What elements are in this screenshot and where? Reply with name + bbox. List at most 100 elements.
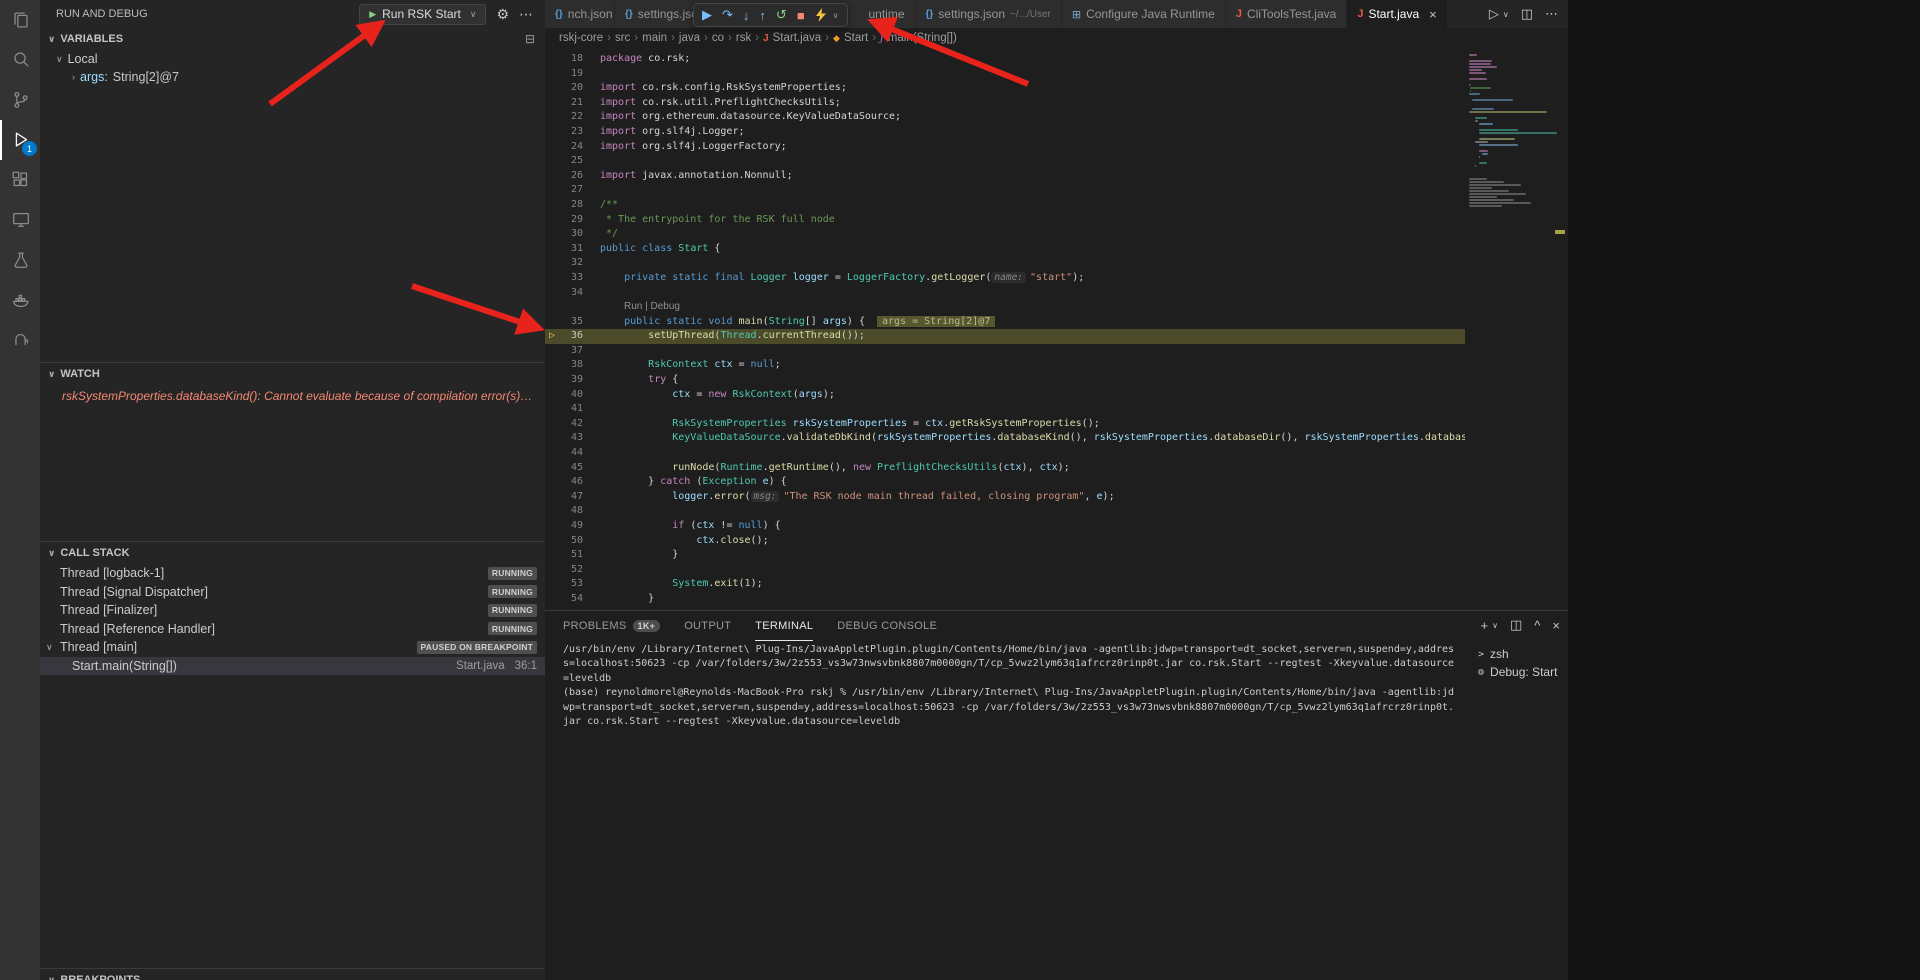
code-line-37[interactable]: 37 — [545, 344, 1465, 359]
breadcrumb-item[interactable]: ◆Start — [833, 32, 868, 44]
terminal-list-item[interactable]: >zsh — [1468, 645, 1568, 663]
split-terminal-icon[interactable]: ◫ — [1510, 617, 1522, 633]
code-line-48[interactable]: 48 — [545, 504, 1465, 519]
code-editor[interactable]: 18package co.rsk;1920import co.rsk.confi… — [545, 48, 1568, 610]
panel-tab-output[interactable]: OUTPUT — [684, 611, 731, 641]
code-line-29[interactable]: 29 * The entrypoint for the RSK full nod… — [545, 213, 1465, 228]
tab-start-java[interactable]: JStart.java× — [1347, 0, 1447, 28]
call-stack-frame[interactable]: Start.main(String[])Start.java36:1 — [40, 657, 545, 676]
code-line-36[interactable]: ▷36 setUpThread(Thread.currentThread()); — [545, 329, 1465, 344]
activity-bar-docker[interactable] — [0, 280, 40, 320]
breadcrumb-item[interactable]: src — [615, 32, 630, 44]
call-stack-section-header[interactable]: ∨ CALL STACK — [40, 542, 545, 564]
watch-expression[interactable]: rskSystemProperties.databaseKind(): Cann… — [62, 389, 535, 403]
activity-bar-testing[interactable] — [0, 240, 40, 280]
run-file-button[interactable]: ▷ — [1489, 6, 1499, 22]
activity-bar-explorer[interactable] — [0, 0, 40, 40]
chevron-down-icon[interactable]: ∨ — [1503, 10, 1509, 19]
code-line-31[interactable]: 31public class Start { — [545, 242, 1465, 257]
code-line-35[interactable]: 35 public static void main(String[] args… — [545, 315, 1465, 330]
tab-settings-json[interactable]: {}settings.json~/.../User — [916, 0, 1062, 28]
call-stack-thread[interactable]: ∨Thread [main]PAUSED ON BREAKPOINT — [40, 638, 545, 657]
code-line-21[interactable]: 21import co.rsk.util.PreflightChecksUtil… — [545, 96, 1465, 111]
breadcrumb-item[interactable]: JStart.java — [763, 32, 821, 44]
call-stack-thread[interactable]: Thread [logback-1]RUNNING — [40, 564, 545, 583]
maximize-panel-icon[interactable]: ^ — [1534, 618, 1540, 633]
code-line-47[interactable]: 47 logger.error(msg:"The RSK node main t… — [545, 490, 1465, 505]
step-over-button[interactable]: ↷ — [722, 7, 733, 23]
code-line-18[interactable]: 18package co.rsk; — [545, 52, 1465, 67]
call-stack-thread[interactable]: Thread [Reference Handler]RUNNING — [40, 620, 545, 639]
code-line-43[interactable]: 43 KeyValueDataSource.validateDbKind(rsk… — [545, 431, 1465, 446]
code-line-30[interactable]: 30 */ — [545, 227, 1465, 242]
code-line-45[interactable]: 45 runNode(Runtime.getRuntime(), new Pre… — [545, 461, 1465, 476]
activity-bar-extensions[interactable] — [0, 160, 40, 200]
continue-button[interactable]: ▶ — [702, 7, 712, 23]
code-line-20[interactable]: 20import co.rsk.config.RskSystemProperti… — [545, 81, 1465, 96]
code-line-28[interactable]: 28/** — [545, 198, 1465, 213]
panel-tab-problems[interactable]: PROBLEMS1K+ — [563, 611, 660, 641]
call-stack-thread[interactable]: Thread [Finalizer]RUNNING — [40, 601, 545, 620]
code-line-34[interactable]: 34 — [545, 286, 1465, 301]
breadcrumb-item[interactable]: rskj-core — [559, 32, 603, 44]
panel-tab-debug-console[interactable]: DEBUG CONSOLE — [837, 611, 937, 641]
hot-code-replace-button[interactable] — [815, 8, 827, 22]
breadcrumb-item[interactable]: java — [679, 32, 700, 44]
terminal-output[interactable]: /usr/bin/env /Library/Internet\ Plug-Ins… — [563, 643, 1460, 729]
code-line-44[interactable]: 44 — [545, 446, 1465, 461]
code-line-23[interactable]: 23import org.slf4j.Logger; — [545, 125, 1465, 140]
code-line-27[interactable]: 27 — [545, 183, 1465, 198]
stop-button[interactable]: ■ — [797, 8, 805, 23]
more-actions-icon[interactable]: ⋯ — [1545, 6, 1558, 22]
variable-args[interactable]: › args: String[2]@7 — [40, 68, 545, 86]
code-line-51[interactable]: 51 } — [545, 548, 1465, 563]
code-line-38[interactable]: 38 RskContext ctx = null; — [545, 358, 1465, 373]
tab-nch-json[interactable]: {}nch.json — [545, 0, 615, 28]
code-line-49[interactable]: 49 if (ctx != null) { — [545, 519, 1465, 534]
code-lens-row[interactable]: Run | Debug — [545, 300, 1465, 315]
breadcrumb-item[interactable]: rsk — [736, 32, 751, 44]
activity-bar-source-control[interactable] — [0, 80, 40, 120]
run-config-dropdown[interactable]: ▶ Run RSK Start ∨ — [359, 4, 486, 25]
call-stack-thread[interactable]: Thread [Signal Dispatcher]RUNNING — [40, 583, 545, 602]
activity-bar-gradle[interactable] — [0, 320, 40, 360]
watch-section-header[interactable]: ∨ WATCH — [40, 363, 545, 385]
activity-bar-run-and-debug[interactable]: 1 — [0, 120, 40, 160]
step-out-button[interactable]: ↑ — [759, 8, 766, 23]
tab-configure-java-runtime[interactable]: ⊞Configure Java Runtime — [1062, 0, 1226, 28]
breakpoints-section-header[interactable]: ∨ BREAKPOINTS — [40, 969, 545, 980]
breadcrumb-item[interactable]: main — [642, 32, 667, 44]
code-line-46[interactable]: 46 } catch (Exception e) { — [545, 475, 1465, 490]
activity-bar-search[interactable] — [0, 40, 40, 80]
code-lens-run-debug[interactable]: Run | Debug — [600, 301, 680, 312]
restart-button[interactable]: ↺ — [776, 7, 787, 23]
code-line-50[interactable]: 50 ctx.close(); — [545, 534, 1465, 549]
current-line-arrow-icon[interactable]: ▷ — [549, 329, 555, 344]
code-line-26[interactable]: 26import javax.annotation.Nonnull; — [545, 169, 1465, 184]
code-line-19[interactable]: 19 — [545, 67, 1465, 82]
code-line-40[interactable]: 40 ctx = new RskContext(args); — [545, 388, 1465, 403]
panel-tab-terminal[interactable]: TERMINAL — [755, 611, 813, 641]
activity-bar-remote-explorer[interactable] — [0, 200, 40, 240]
code-line-41[interactable]: 41 — [545, 402, 1465, 417]
code-line-54[interactable]: 54 } — [545, 592, 1465, 607]
close-icon[interactable]: × — [1429, 7, 1437, 22]
terminal-list-item[interactable]: ⚙Debug: Start — [1468, 663, 1568, 681]
code-line-25[interactable]: 25 — [545, 154, 1465, 169]
breadcrumb-item[interactable]: ƒmain(String[]) — [880, 32, 957, 44]
step-into-button[interactable]: ↓ — [743, 8, 750, 23]
debug-panel-icon[interactable]: ⊟ — [525, 32, 535, 46]
code-line-33[interactable]: 33 private static final Logger logger = … — [545, 271, 1465, 286]
code-line-42[interactable]: 42 RskSystemProperties rskSystemProperti… — [545, 417, 1465, 432]
code-line-22[interactable]: 22import org.ethereum.datasource.KeyValu… — [545, 110, 1465, 125]
new-terminal-icon[interactable]: + — [1481, 618, 1489, 633]
variables-scope-local[interactable]: ∨ Local — [40, 50, 545, 68]
breadcrumb-item[interactable]: co — [712, 32, 724, 44]
chevron-down-icon[interactable]: ∨ — [833, 11, 839, 20]
chevron-down-icon[interactable]: ∨ — [1492, 621, 1498, 630]
gear-icon[interactable]: ⚙ — [496, 6, 509, 23]
minimap[interactable] — [1465, 52, 1553, 209]
tab-clitoolstest-java[interactable]: JCliToolsTest.java — [1226, 0, 1348, 28]
code-line-39[interactable]: 39 try { — [545, 373, 1465, 388]
code-line-32[interactable]: 32 — [545, 256, 1465, 271]
